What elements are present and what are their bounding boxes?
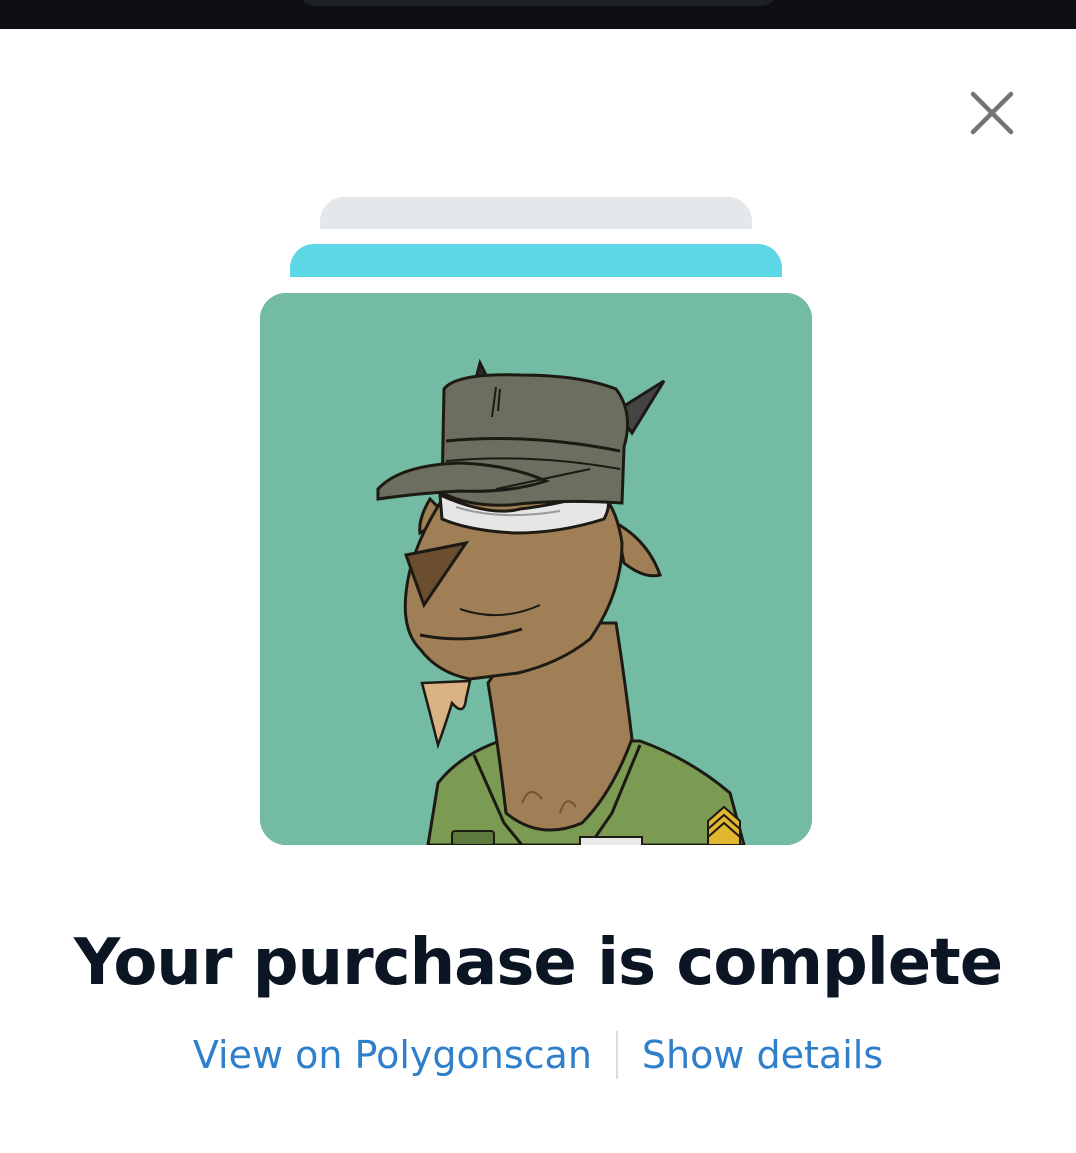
close-button[interactable] bbox=[962, 83, 1022, 143]
show-details-link[interactable]: Show details bbox=[642, 1028, 883, 1082]
result-links: View on Polygonscan Show details bbox=[0, 1028, 1076, 1082]
nft-image bbox=[260, 293, 812, 845]
status-bar bbox=[0, 0, 1076, 29]
card-stack-middle-layer bbox=[290, 244, 782, 277]
goat-soldier-artwork bbox=[260, 293, 812, 845]
close-icon bbox=[970, 91, 1014, 135]
card-stack-back-layer bbox=[320, 197, 752, 229]
page-title: Your purchase is complete bbox=[73, 926, 1003, 1000]
device-notch bbox=[300, 0, 776, 6]
view-on-polygonscan-link[interactable]: View on Polygonscan bbox=[193, 1028, 592, 1082]
link-divider bbox=[615, 1031, 618, 1079]
